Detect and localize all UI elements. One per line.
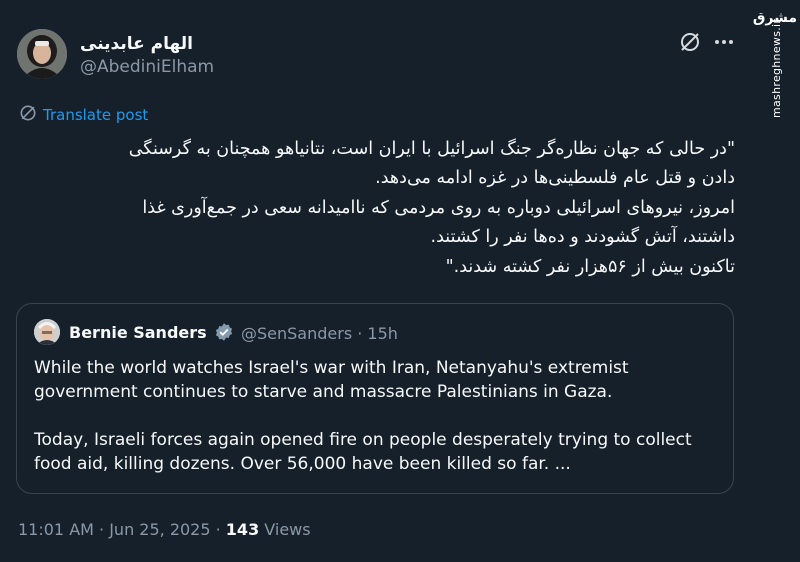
more-icon[interactable] [712, 30, 736, 54]
quoted-line: food aid, killing dozens. Over 56,000 ha… [34, 454, 571, 474]
watermark-strip: مشرق mashreghnews.ir [753, 0, 800, 562]
tweet-text: "در حالی که جهان نظاره‌گر جنگ اسرائیل با… [30, 135, 735, 282]
tweet-line: امروز، نیروهای اسرائیلی دوباره به روی مر… [142, 197, 735, 218]
quoted-author-name[interactable]: Bernie Sanders [69, 323, 207, 342]
tweet-line: تاکنون بیش از ۵۶هزار نفر کشته شدند." [445, 256, 735, 277]
views-count: 143 [225, 520, 260, 539]
post-meta: 11:01 AM · Jun 25, 2025 · 143 Views [18, 520, 311, 539]
quoted-line: government continues to starve and massa… [34, 382, 613, 402]
author-display-name[interactable]: الهام عابدینی [80, 34, 193, 54]
tweet-line: داشتند، آتش گشودند و ده‌ها نفر را کشتند. [430, 227, 735, 248]
author-handle[interactable]: @AbediniElham [80, 57, 214, 77]
views-label: Views [259, 520, 311, 539]
quoted-post-text: While the world watches Israel's war wit… [34, 356, 724, 476]
tweet-line: "در حالی که جهان نظاره‌گر جنگ اسرائیل با… [128, 139, 735, 159]
quoted-line: While the world watches Israel's war wit… [34, 358, 629, 378]
quoted-author-avatar[interactable] [34, 319, 60, 345]
translate-icon [18, 103, 38, 127]
tweet-line: دادن و قتل عام فلسطینی‌ها در غزه ادامه م… [375, 168, 735, 189]
quoted-post-card[interactable]: Bernie Sanders @SenSanders · 15h While t… [16, 303, 734, 494]
translate-label: Translate post [43, 106, 149, 124]
grok-icon[interactable] [678, 30, 702, 54]
post: الهام عابدینی @AbediniElham Translate po… [0, 0, 760, 562]
post-timestamp[interactable]: 11:01 AM · Jun 25, 2025 · [18, 520, 226, 539]
quoted-line: Today, Israeli forces again opened fire … [34, 430, 692, 450]
watermark-site: mashreghnews.ir [770, 18, 783, 118]
translate-post-link[interactable]: Translate post [18, 103, 148, 127]
author-avatar[interactable] [17, 29, 67, 79]
verified-badge-icon [214, 322, 234, 342]
quoted-handle-time[interactable]: @SenSanders · 15h [241, 324, 398, 343]
